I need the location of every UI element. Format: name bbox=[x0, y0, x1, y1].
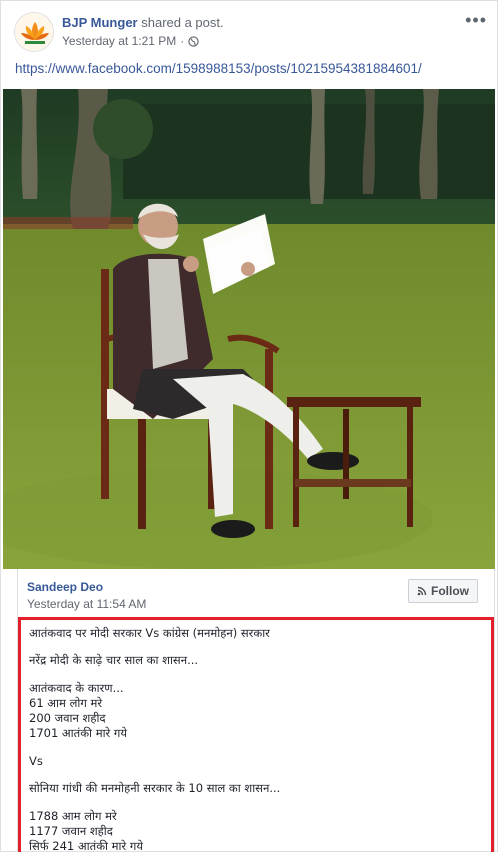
meta-separator: · bbox=[180, 34, 185, 48]
post-author-link[interactable]: BJP Munger bbox=[62, 15, 138, 30]
text-line: 1177 जवान शहीद bbox=[29, 824, 113, 838]
post-link[interactable]: https://www.facebook.com/1598988153/post… bbox=[15, 60, 422, 78]
rss-icon bbox=[417, 586, 427, 596]
shared-post-timestamp[interactable]: Yesterday at 11:54 AM bbox=[27, 597, 146, 611]
follow-label: Follow bbox=[431, 584, 469, 598]
shared-post-author[interactable]: Sandeep Deo bbox=[27, 580, 103, 594]
facebook-post-card: BJP Munger shared a post. Yesterday at 1… bbox=[0, 0, 498, 852]
garden-chair-reading-photo bbox=[3, 89, 495, 569]
page-avatar[interactable] bbox=[14, 12, 54, 52]
post-meta: Yesterday at 1:21 PM · bbox=[62, 34, 199, 49]
post-photo[interactable] bbox=[3, 89, 495, 569]
post-action-text: shared a post. bbox=[141, 15, 224, 30]
text-line: Vs bbox=[29, 754, 43, 768]
bjp-lotus-logo bbox=[15, 13, 53, 51]
more-options-icon[interactable]: ••• bbox=[465, 11, 487, 29]
text-line: आतंकवाद के कारण... bbox=[29, 681, 124, 695]
text-line: नरेंद्र मोदी के साढ़े चार साल का शासन... bbox=[29, 653, 199, 667]
post-timestamp[interactable]: Yesterday at 1:21 PM bbox=[62, 34, 176, 49]
post-header: BJP Munger shared a post. Yesterday at 1… bbox=[1, 1, 498, 59]
text-line: आतंकवाद पर मोदी सरकार Vs कांग्रेस (मनमोह… bbox=[29, 626, 270, 640]
text-line: 200 जवान शहीद bbox=[29, 711, 106, 725]
highlight-box: आतंकवाद पर मोदी सरकार Vs कांग्रेस (मनमोह… bbox=[18, 617, 494, 852]
text-line: सोनिया गांधी की मनमोहनी सरकार के 10 साल … bbox=[29, 781, 281, 795]
shared-post: Sandeep Deo Yesterday at 11:54 AM Follow… bbox=[17, 569, 495, 852]
globe-icon[interactable] bbox=[188, 36, 199, 47]
text-line: 1788 आम लोग मरे bbox=[29, 809, 117, 823]
text-line: सिर्फ 241 आतंकी मारे गये bbox=[29, 839, 144, 852]
follow-button[interactable]: Follow bbox=[408, 579, 478, 603]
text-line: 61 आम लोग मरे bbox=[29, 696, 103, 710]
text-line: 1701 आतंकी मारे गये bbox=[29, 726, 128, 740]
post-author-line: BJP Munger shared a post. bbox=[62, 15, 224, 31]
